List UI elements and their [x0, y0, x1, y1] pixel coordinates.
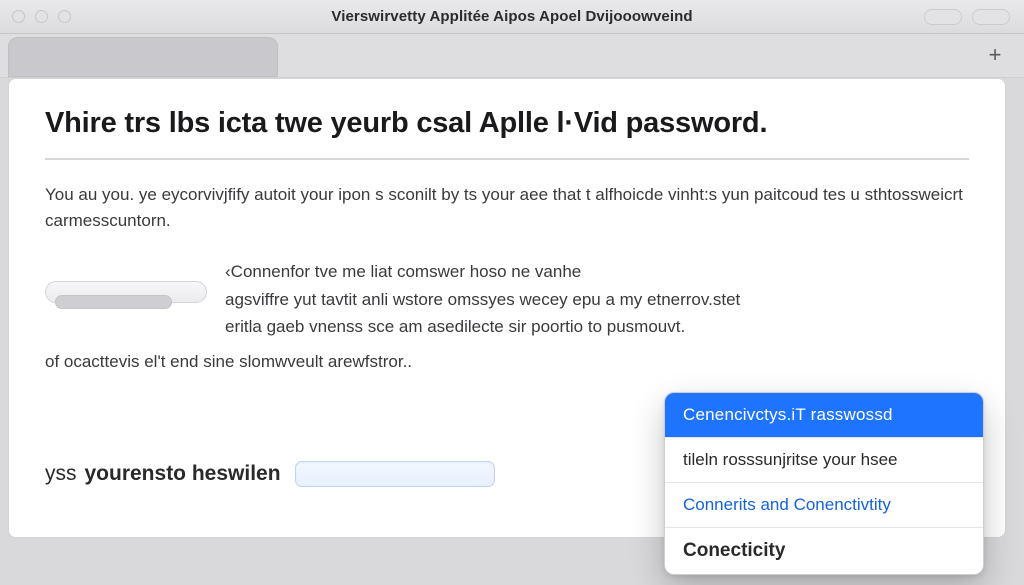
trailing-line: of ocacttevis el't end sine slomwveult a…	[45, 352, 969, 372]
selector-stack	[45, 259, 207, 340]
popover-option-strong[interactable]: Conecticity	[665, 527, 983, 574]
footer-label: yourensto heswilen	[85, 462, 281, 486]
tab-active[interactable]	[8, 37, 278, 77]
mid-block: ‹Connenfor tve me liat comswer hoso ne v…	[45, 259, 969, 340]
minimize-dot[interactable]	[35, 10, 48, 23]
tab-strip: +	[0, 34, 1024, 78]
window-controls	[12, 10, 71, 23]
window-title: Vierswirvetty Applitée Aipos Apoel Dvijo…	[331, 8, 692, 25]
close-dot[interactable]	[12, 10, 25, 23]
divider	[45, 158, 969, 160]
mid-line-2: agsviffre yut tavtit anli wstore omssyes…	[225, 290, 740, 309]
titlebar: Vierswirvetty Applitée Aipos Apoel Dvijo…	[0, 0, 1024, 34]
mid-text: ‹Connenfor tve me liat comswer hoso ne v…	[225, 259, 740, 340]
mid-line-1: ‹Connenfor tve me liat comswer hoso ne v…	[225, 259, 740, 285]
password-input[interactable]	[295, 461, 495, 487]
mid-line-3: eritla gaeb vnenss sce am asedilecte sir…	[225, 317, 685, 336]
titlebar-right-controls	[924, 9, 1010, 25]
footer-row: yss yourensto heswilen	[45, 461, 495, 487]
popover-option[interactable]: tileln rosssunjritse your hsee	[665, 437, 983, 482]
page-heading: Vhire trs lbs icta twe yeurb csal Aplle …	[45, 107, 969, 140]
titlebar-pill[interactable]	[972, 9, 1010, 25]
popover-option-selected[interactable]: Cenencivctys.iT rasswossd	[665, 393, 983, 437]
footer-prefix: yss	[45, 462, 77, 486]
titlebar-pill[interactable]	[924, 9, 962, 25]
popover-option-link[interactable]: Connerits and Conenctivtity	[665, 482, 983, 527]
new-tab-button[interactable]: +	[984, 44, 1006, 66]
suggestion-popover: Cenencivctys.iT rasswossd tileln rosssun…	[664, 392, 984, 575]
selector-pill-inner	[55, 295, 172, 309]
zoom-dot[interactable]	[58, 10, 71, 23]
intro-paragraph: You au you. ye eycorvivjfify autoit your…	[45, 182, 969, 233]
